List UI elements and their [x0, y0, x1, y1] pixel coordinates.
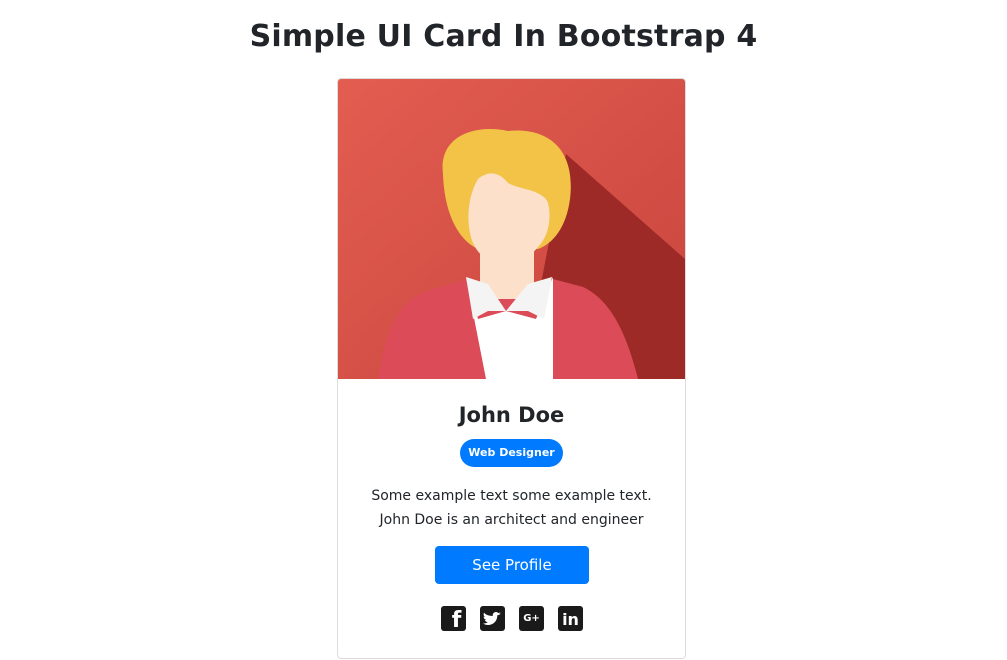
profile-description: Some example text some example text. Joh…	[338, 484, 685, 532]
page-title: Simple UI Card In Bootstrap 4	[249, 19, 758, 54]
facebook-icon[interactable]: f	[441, 606, 466, 631]
role-badge-container: Web Designer	[338, 439, 685, 467]
twitter-icon[interactable]	[480, 606, 505, 631]
see-profile-button[interactable]: See Profile	[435, 546, 589, 584]
profile-name: John Doe	[458, 403, 565, 427]
linkedin-icon-glyph: in	[562, 610, 579, 629]
profile-card: John Doe Web Designer Some example text …	[337, 78, 686, 659]
role-badge: Web Designer	[460, 439, 563, 467]
social-links: f G+ in	[441, 606, 583, 632]
description-line-2: John Doe is an architect and engineer	[379, 512, 644, 528]
twitter-bird-icon	[483, 612, 501, 625]
google-plus-icon-glyph: G+	[523, 613, 540, 624]
google-plus-icon[interactable]: G+	[519, 606, 544, 631]
avatar-image	[338, 79, 685, 379]
description-line-1: Some example text some example text.	[371, 488, 652, 504]
card-body: John Doe Web Designer Some example text …	[338, 379, 685, 658]
facebook-icon-glyph: f	[451, 608, 462, 631]
page: Simple UI Card In Bootstrap 4 John Doe W…	[0, 0, 1007, 660]
linkedin-icon[interactable]: in	[558, 606, 583, 631]
